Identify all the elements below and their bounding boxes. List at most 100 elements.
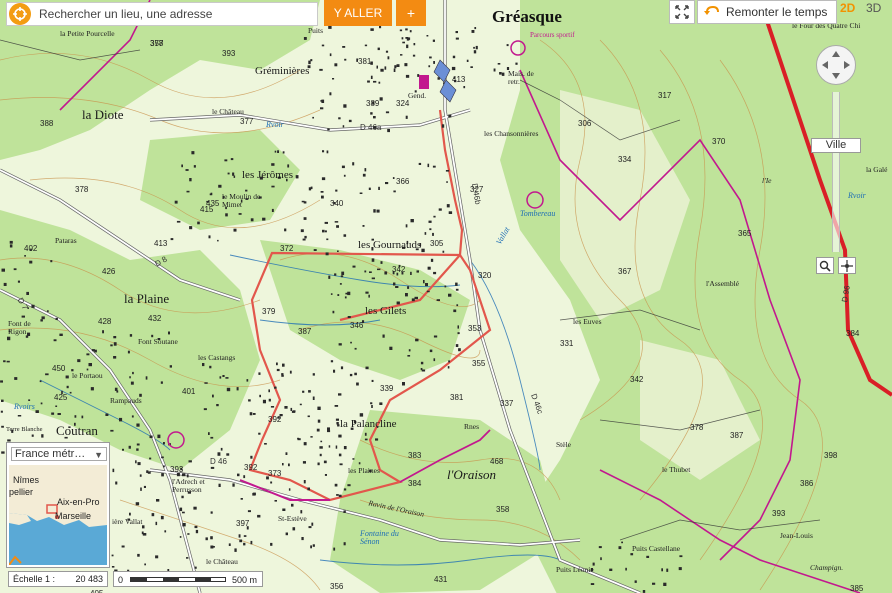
altitude-label: 320: [478, 271, 492, 280]
altitude-label: 355: [472, 359, 486, 368]
map-canvas[interactable]: Gréasque la Diote la Petite Pourcelle Gr…: [0, 0, 892, 593]
altitude-label: 384: [408, 479, 422, 488]
place-le-chateau-top: le Château: [212, 107, 244, 116]
pan-control[interactable]: [816, 45, 856, 85]
altitude-label: 389: [366, 99, 380, 108]
altitude-label: 392: [268, 415, 282, 424]
view-2d-toggle[interactable]: 2D: [840, 1, 855, 15]
altitude-label: 372: [280, 244, 294, 253]
place-fontaine-senon: Fontaine du Sénon: [360, 529, 399, 546]
place-la-palancline: la Palancline: [340, 418, 397, 430]
scale-bar-start: 0: [118, 575, 124, 585]
scale-bar-graphic: [130, 577, 226, 582]
place-rvoir-2: Rvoir: [848, 191, 866, 200]
altitude-label: 392: [244, 463, 258, 472]
scale-bar: 0 500 m: [113, 571, 263, 587]
place-champigny: Champign.: [810, 563, 844, 572]
altitude-label: 340: [330, 199, 344, 208]
place-vallat: ière Vallat: [112, 517, 143, 526]
altitude-label: 327: [470, 185, 484, 194]
altitude-label: 387: [298, 327, 312, 336]
view-3d-toggle[interactable]: 3D: [866, 1, 881, 15]
scale-ratio: Échelle 1 : 20 483: [8, 571, 108, 587]
altitude-label: 381: [450, 393, 464, 402]
minimap-label-marseille: Marseille: [55, 511, 92, 521]
place-les-chansonnieres: les Chansonnières: [484, 129, 539, 138]
place-le-chateau-bottom: le Château: [206, 557, 238, 566]
altitude-label: 346: [350, 321, 364, 330]
place-les-jeromes: les Jérômes: [242, 169, 294, 181]
place-la-gale: la Galé: [866, 165, 888, 174]
place-la-plaine: la Plaine: [124, 291, 170, 306]
altitude-label: 379: [262, 307, 276, 316]
place-les-euves: les Euves: [573, 317, 602, 326]
place-puits: Puits: [308, 26, 324, 35]
place-la-diote: la Diote: [82, 107, 124, 122]
place-font-soutane: Font Soutane: [138, 337, 178, 346]
altitude-label: 370: [712, 137, 726, 146]
place-coutran: Coutran: [56, 423, 98, 438]
place-gend: Gend.: [408, 91, 427, 100]
altitude-label: 402: [24, 244, 38, 253]
altitude-label: 384: [846, 329, 860, 338]
altitude-label: 383: [408, 451, 422, 460]
chevron-down-icon: ▼: [94, 450, 103, 460]
go-button[interactable]: Y ALLER: [324, 0, 392, 26]
minimap-label-nimes: Nîmes: [13, 475, 40, 485]
place-adrech: l'Adrech et Perrusson: [172, 477, 205, 494]
altitude-label: 367: [618, 267, 632, 276]
zoom-slider[interactable]: [832, 92, 840, 252]
altitude-label: 385: [850, 584, 864, 593]
search-input[interactable]: Rechercher un lieu, une adresse: [39, 7, 212, 21]
altitude-label: 378: [690, 423, 704, 432]
altitude-label: 334: [618, 155, 632, 164]
magnifier-icon: [819, 260, 831, 272]
scale-ratio-value: 20 483: [75, 574, 103, 584]
place-mais-retr: Mais. de retr.: [508, 69, 534, 86]
altitude-label: 337: [500, 399, 514, 408]
altitude-label: 373: [268, 469, 282, 478]
crosshair-icon: [841, 259, 853, 272]
time-travel-button[interactable]: Remonter le temps: [697, 0, 837, 24]
place-puits-castellane: Puits Castellane: [632, 544, 681, 553]
altitude-label: 356: [330, 582, 344, 591]
altitude-label: 435: [206, 199, 220, 208]
altitude-label: 428: [98, 317, 112, 326]
locate-me-button[interactable]: [838, 257, 856, 274]
time-travel-label: Remonter le temps: [726, 5, 828, 19]
zoom-box-button[interactable]: [816, 257, 834, 274]
place-stele: Stèle: [556, 440, 571, 449]
altitude-label: 339: [380, 384, 394, 393]
altitude-label: 431: [434, 575, 448, 584]
altitude-label: 401: [182, 387, 196, 396]
place-puits-leonie: Puits Léonie: [556, 565, 594, 574]
altitude-label: 386: [800, 479, 814, 488]
place-tombereau: Tombereau: [520, 209, 556, 218]
altitude-label: 305: [430, 239, 444, 248]
altitude-label: 398: [824, 451, 838, 460]
place-les-plaines: les Plaines: [348, 466, 380, 475]
more-button[interactable]: +: [396, 0, 426, 26]
place-le-ie: l'Ie: [762, 176, 772, 185]
territory-select[interactable]: France métr… ▼: [11, 447, 107, 461]
fullscreen-button[interactable]: [669, 0, 695, 24]
altitude-label: 468: [490, 457, 504, 466]
overview-map[interactable]: France métr… ▼ Nîmes pellier Aix-en-Pro …: [6, 442, 110, 568]
pan-arrows-icon: [822, 51, 850, 79]
place-rnes: Rnes: [464, 422, 479, 431]
place-jean-louis: Jean-Louis: [780, 531, 813, 540]
altitude-label: 413: [154, 239, 168, 248]
back-arrow-icon: [704, 5, 719, 15]
place-les-gilets: les Gilets: [365, 305, 407, 317]
altitude-label: 324: [396, 99, 410, 108]
altitude-label: 306: [578, 119, 592, 128]
locate-icon[interactable]: [9, 3, 31, 25]
minimap-label-aix: Aix-en-Pro: [57, 497, 100, 507]
route-d46a: D 46a: [360, 123, 382, 132]
search-bar[interactable]: Rechercher un lieu, une adresse: [6, 2, 318, 26]
altitude-label: 365: [738, 229, 752, 238]
place-les-gournauds: les Gournauds: [358, 239, 422, 251]
altitude-label: 393: [772, 509, 786, 518]
scale-bar-end: 500 m: [232, 575, 258, 585]
place-pataras: Pataras: [55, 236, 77, 245]
